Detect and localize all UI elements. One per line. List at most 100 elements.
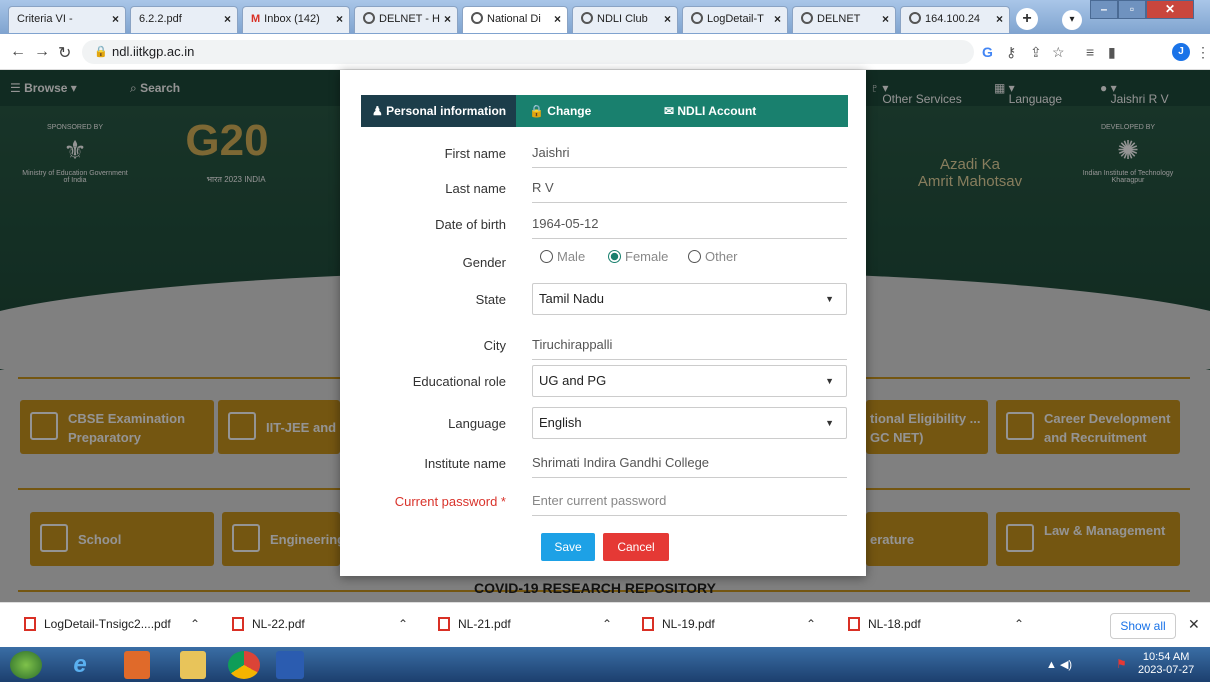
user-icon: ♟	[372, 104, 387, 118]
chevron-up-icon[interactable]: ⌃	[806, 617, 816, 631]
close-icon[interactable]: ×	[112, 7, 119, 32]
side-panel-icon[interactable]: ▮	[1108, 44, 1116, 61]
browser-tab[interactable]: DELNET ×	[792, 6, 896, 33]
state-select[interactable]: Tamil Nadu ▼	[532, 283, 847, 315]
back-icon[interactable]: ←	[10, 43, 26, 61]
browser-tab[interactable]: NDLI Club ×	[572, 6, 678, 33]
institute-field[interactable]: Shrimati Indira Gandhi College	[532, 452, 847, 478]
browser-tab[interactable]: LogDetail-T ×	[682, 6, 788, 33]
caret-down-icon: ▼	[825, 294, 834, 304]
dob-field[interactable]: 1964-05-12	[532, 213, 847, 239]
browser-tab[interactable]: 6.2.2.pdf ×	[130, 6, 238, 33]
globe-icon	[363, 12, 375, 24]
close-icon[interactable]: ×	[664, 7, 671, 32]
last-name-row: Last name R V	[340, 180, 866, 217]
minimize-icon[interactable]: –	[1090, 0, 1118, 19]
close-icon[interactable]: ×	[224, 7, 231, 32]
profile-avatar[interactable]: J	[1172, 43, 1190, 61]
reload-icon[interactable]: ↻	[58, 43, 71, 63]
browser-tab-strip: Criteria VI - × 6.2.2.pdf × M Inbox (142) × …	[0, 0, 1210, 34]
media-icon[interactable]	[124, 651, 150, 679]
tab-title: DELNET	[817, 13, 861, 25]
tab-title: DELNET - H	[379, 13, 440, 25]
explorer-icon[interactable]	[180, 651, 206, 679]
browser-tab[interactable]: DELNET - H ×	[354, 6, 458, 33]
kebab-menu-icon[interactable]: ⋮	[1196, 44, 1210, 61]
gender-radio-other[interactable]: Other	[688, 249, 738, 264]
close-icon[interactable]: ×	[554, 7, 561, 32]
lock-icon: 🔒	[94, 46, 108, 58]
close-icon[interactable]: ×	[882, 7, 889, 32]
browser-tab-active[interactable]: National Di ×	[462, 6, 568, 33]
city-field[interactable]: Tiruchirappalli	[532, 334, 847, 360]
tab-title: 6.2.2.pdf	[139, 13, 182, 25]
start-button-icon[interactable]	[10, 651, 42, 679]
current-password-input[interactable]: Enter current password	[532, 490, 847, 516]
globe-icon	[691, 12, 703, 24]
language-label: Language	[448, 416, 506, 431]
tab-search-icon[interactable]: ▾	[1062, 10, 1082, 30]
browser-tab[interactable]: 164.100.24 ×	[900, 6, 1010, 33]
edu-role-select[interactable]: UG and PG ▼	[532, 365, 847, 397]
pdf-icon	[642, 617, 654, 631]
clock[interactable]: 10:54 AM 2023-07-27	[1138, 651, 1194, 677]
cancel-button[interactable]: Cancel	[603, 533, 669, 561]
url-input[interactable]: 🔒 ndl.iitkgp.ac.in	[82, 40, 974, 64]
ie-icon[interactable]: e	[66, 651, 94, 679]
bookmark-star-icon[interactable]: ☆	[1052, 44, 1065, 61]
current-password-row: Current password * Enter current passwor…	[340, 493, 866, 530]
chevron-up-icon[interactable]: ⌃	[190, 617, 200, 631]
google-icon[interactable]: G	[982, 44, 993, 60]
envelope-icon: ✉	[664, 104, 678, 118]
chevron-up-icon[interactable]: ⌃	[602, 617, 612, 631]
new-tab-button[interactable]: +	[1016, 8, 1038, 30]
last-name-field[interactable]: R V	[532, 177, 847, 203]
key-icon[interactable]: ⚷	[1006, 44, 1016, 61]
first-name-field[interactable]: Jaishri	[532, 142, 847, 168]
profile-modal: ♟ Personal information 🔒 Change password…	[340, 70, 866, 576]
download-item[interactable]: NL-22.pdf	[232, 617, 305, 631]
word-icon[interactable]	[276, 651, 304, 679]
modal-tabs: ♟ Personal information 🔒 Change password…	[361, 95, 848, 150]
pdf-icon	[24, 617, 36, 631]
download-item[interactable]: NL-19.pdf	[642, 617, 715, 631]
last-name-label: Last name	[445, 181, 506, 196]
tab-personal-information[interactable]: ♟ Personal information	[361, 95, 516, 127]
volume-icon[interactable]: ▲ ◀)	[1046, 658, 1072, 671]
chrome-icon[interactable]	[228, 651, 260, 679]
gender-label: Gender	[462, 255, 506, 270]
forward-icon[interactable]: →	[34, 43, 50, 61]
language-select[interactable]: English ▼	[532, 407, 847, 439]
download-item[interactable]: LogDetail-Tnsigc2....pdf	[24, 617, 171, 631]
lock-icon: 🔒	[529, 104, 548, 118]
caret-down-icon: ▼	[825, 376, 834, 386]
browser-tab[interactable]: Criteria VI - ×	[8, 6, 126, 33]
reading-list-icon[interactable]: ≡	[1086, 44, 1094, 60]
windows-taskbar: e ▲ ◀) ⚑ 10:54 AM 2023-07-27	[0, 647, 1210, 682]
flag-icon[interactable]: ⚑	[1116, 657, 1127, 671]
chevron-up-icon[interactable]: ⌃	[398, 617, 408, 631]
close-icon[interactable]: ×	[336, 7, 343, 32]
gender-radio-male[interactable]: Male	[540, 249, 585, 264]
chevron-up-icon[interactable]: ⌃	[1014, 617, 1024, 631]
pdf-icon	[438, 617, 450, 631]
close-icon[interactable]: ×	[774, 7, 781, 32]
gender-radio-female[interactable]: Female	[608, 249, 668, 264]
pdf-icon	[232, 617, 244, 631]
close-icon[interactable]: ×	[444, 7, 451, 32]
tab-change-password[interactable]: 🔒 Change password	[518, 95, 648, 150]
download-item[interactable]: NL-21.pdf	[438, 617, 511, 631]
browser-tab[interactable]: M Inbox (142) ×	[242, 6, 350, 33]
download-item[interactable]: NL-18.pdf	[848, 617, 921, 631]
tab-ndli-account[interactable]: ✉ NDLI Account	[653, 95, 783, 127]
close-icon[interactable]: ✕	[1188, 616, 1200, 633]
caret-down-icon: ▼	[825, 418, 834, 428]
save-button[interactable]: Save	[541, 533, 595, 561]
share-icon[interactable]: ⇪	[1030, 44, 1042, 61]
maximize-icon[interactable]: ▫	[1118, 0, 1146, 19]
gmail-icon: M	[251, 13, 261, 25]
window-close-icon[interactable]: ✕	[1146, 0, 1194, 19]
edu-role-label: Educational role	[412, 374, 506, 389]
close-icon[interactable]: ×	[996, 7, 1003, 32]
show-all-button[interactable]: Show all	[1110, 613, 1176, 639]
